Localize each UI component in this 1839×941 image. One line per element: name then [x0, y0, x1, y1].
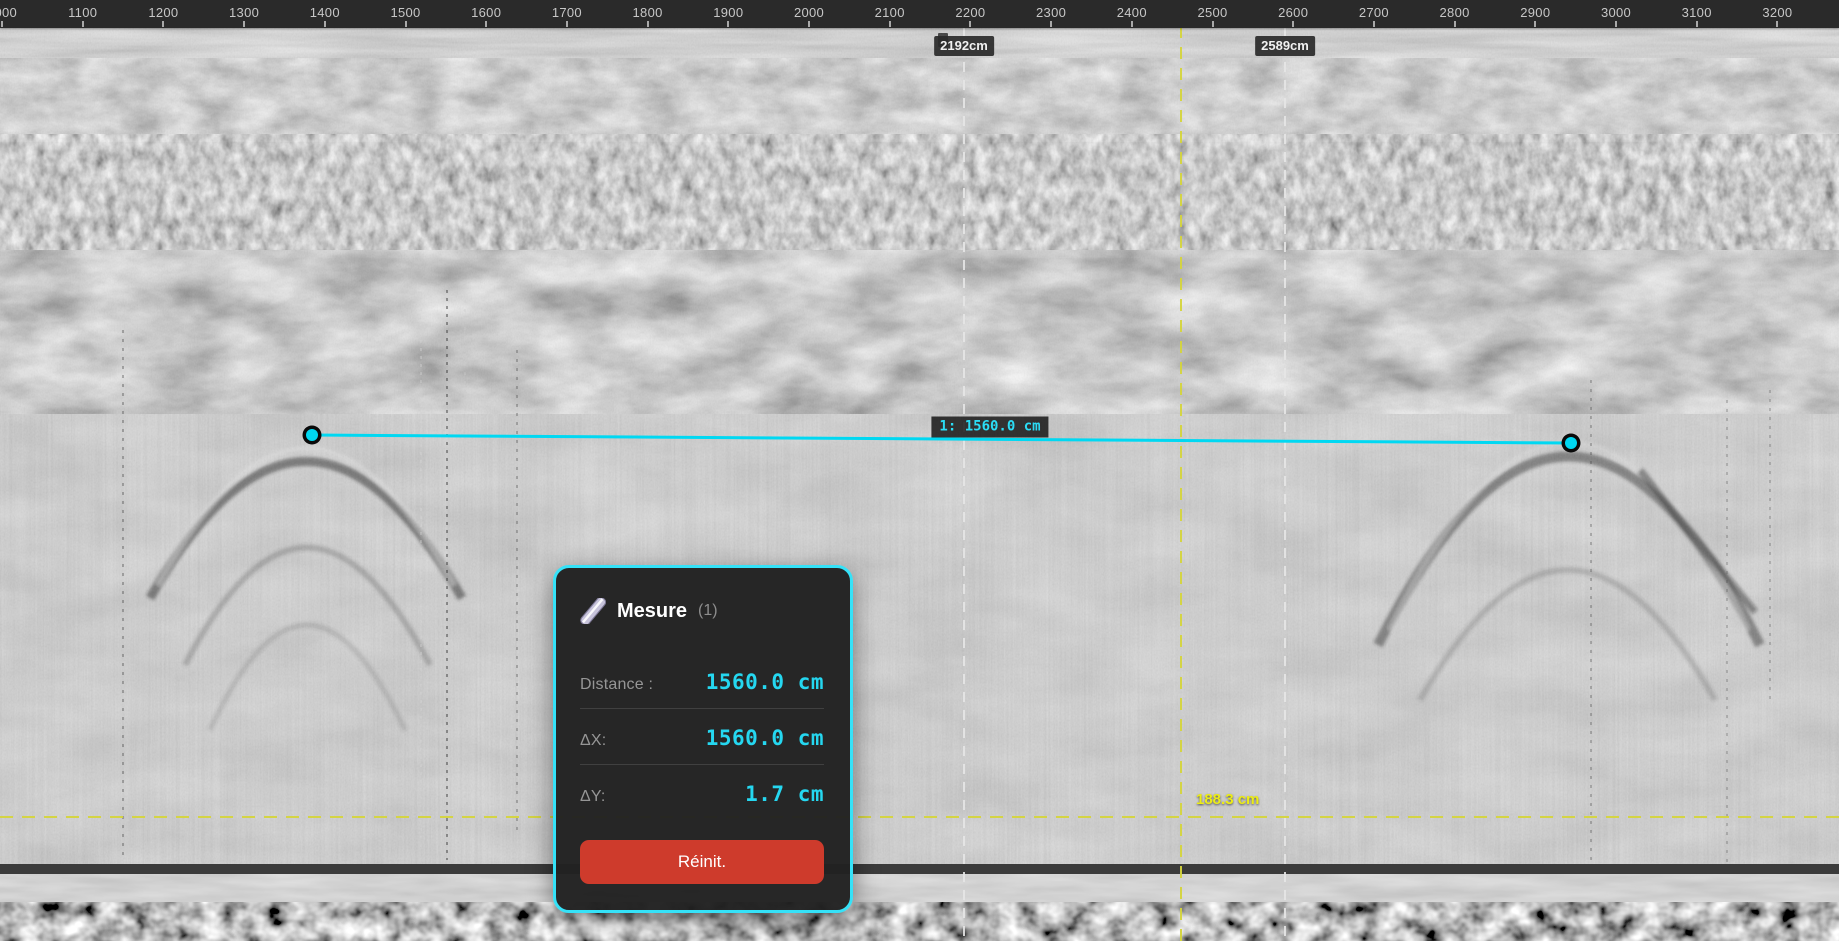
- divider: [580, 708, 824, 709]
- ruler-tick-label: 2700: [1359, 5, 1389, 20]
- measurement-panel: Mesure (1) Distance : 1560.0 cm ΔX: 1560…: [553, 565, 853, 913]
- ruler-tick-mark: [1776, 21, 1778, 27]
- ruler-tick-mark: [727, 21, 729, 27]
- delta-x-label: ΔX:: [580, 732, 606, 750]
- ruler-tick-label: 3000: [1601, 5, 1631, 20]
- ruler-tick-mark: [1615, 21, 1617, 27]
- delta-y-value: 1.7 cm: [745, 782, 824, 806]
- distance-label: Distance :: [580, 676, 653, 694]
- measurement-endpoint-start-ring[interactable]: [303, 426, 322, 445]
- ruler-tick-label: 2100: [875, 5, 905, 20]
- ruler-tick-label: 2200: [955, 5, 985, 20]
- ruler-tick-label: 1000: [0, 5, 17, 20]
- delta-y-row: ΔY: 1.7 cm: [580, 782, 824, 806]
- ruler-tick-label: 1600: [471, 5, 501, 20]
- ruler-tick-label: 1800: [633, 5, 663, 20]
- ruler-tick-mark: [162, 21, 164, 27]
- ruler-tick-label: 2300: [1036, 5, 1066, 20]
- ruler-tick-label: 1900: [713, 5, 743, 20]
- ruler-tick-mark: [1, 21, 3, 27]
- ruler: 1000 1100 1200 1300 1400 1500 1600 1700 1800 1900…: [0, 0, 1839, 28]
- ruler-icon: [580, 598, 606, 624]
- ruler-tick-mark: [1534, 21, 1536, 27]
- ruler-tick-label: 2900: [1520, 5, 1550, 20]
- ruler-tick-mark: [1212, 21, 1214, 27]
- ruler-tick-label: 1700: [552, 5, 582, 20]
- ruler-tick-mark: [647, 21, 649, 27]
- delta-y-label: ΔY:: [580, 788, 606, 806]
- panel-title: Mesure: [617, 600, 687, 623]
- ruler-tick-mark: [969, 21, 971, 27]
- ruler-tick-label: 2800: [1440, 5, 1470, 20]
- measurement-endpoint-start[interactable]: [306, 429, 318, 441]
- distance-value: 1560.0 cm: [706, 670, 824, 694]
- ruler-tick-mark: [1131, 21, 1133, 27]
- ruler-tick-label: 1400: [310, 5, 340, 20]
- ruler-tick-label: 2000: [794, 5, 824, 20]
- gpr-radargram-viewer: 1000 1100 1200 1300 1400 1500 1600 1700 1800 1900…: [0, 0, 1839, 941]
- ruler-tick-mark: [1696, 21, 1698, 27]
- ruler-tick-mark: [82, 21, 84, 27]
- delta-x-value: 1560.0 cm: [706, 726, 824, 750]
- ruler-tick-label: 3200: [1762, 5, 1792, 20]
- ruler-tick-label: 2500: [1197, 5, 1227, 20]
- ruler-tick-label: 1300: [229, 5, 259, 20]
- position-marker-label[interactable]: 2192cm: [934, 36, 994, 56]
- ruler-tick-mark: [1050, 21, 1052, 27]
- measurement-line-label: 1: 1560.0 cm: [931, 417, 1048, 438]
- ruler-tick-mark: [324, 21, 326, 27]
- ruler-tick-mark: [566, 21, 568, 27]
- overlay-layer: [0, 0, 1839, 941]
- panel-header: Mesure (1): [580, 598, 824, 624]
- reset-button[interactable]: Réinit.: [580, 840, 824, 884]
- measurement-endpoint-end-ring[interactable]: [1562, 434, 1581, 453]
- ruler-tick-mark: [889, 21, 891, 27]
- ruler-tick-mark: [808, 21, 810, 27]
- ruler-tick-label: 1200: [148, 5, 178, 20]
- ruler-tick-label: 2400: [1117, 5, 1147, 20]
- depth-value-label: 188.3 cm: [1196, 791, 1259, 808]
- trace-artifacts: [123, 290, 1770, 941]
- ruler-tick-label: 1500: [390, 5, 420, 20]
- position-marker-label[interactable]: 2589cm: [1255, 36, 1315, 56]
- ruler-tick-label: 1100: [68, 5, 97, 20]
- ruler-tick-mark: [405, 21, 407, 27]
- ruler-tick-mark: [485, 21, 487, 27]
- radargram-image[interactable]: [0, 0, 1839, 941]
- ruler-tick-mark: [1373, 21, 1375, 27]
- divider: [580, 764, 824, 765]
- delta-x-row: ΔX: 1560.0 cm: [580, 726, 824, 750]
- ruler-tick-mark: [1454, 21, 1456, 27]
- ruler-tick-mark: [243, 21, 245, 27]
- hyperbola-reflections: [150, 443, 1760, 731]
- ruler-tick-label: 3100: [1682, 5, 1712, 20]
- panel-measure-count: (1): [698, 602, 718, 620]
- measurement-endpoint-end[interactable]: [1565, 437, 1577, 449]
- ruler-tick-mark: [1292, 21, 1294, 27]
- ruler-tick-label: 2600: [1278, 5, 1308, 20]
- distance-row: Distance : 1560.0 cm: [580, 670, 824, 694]
